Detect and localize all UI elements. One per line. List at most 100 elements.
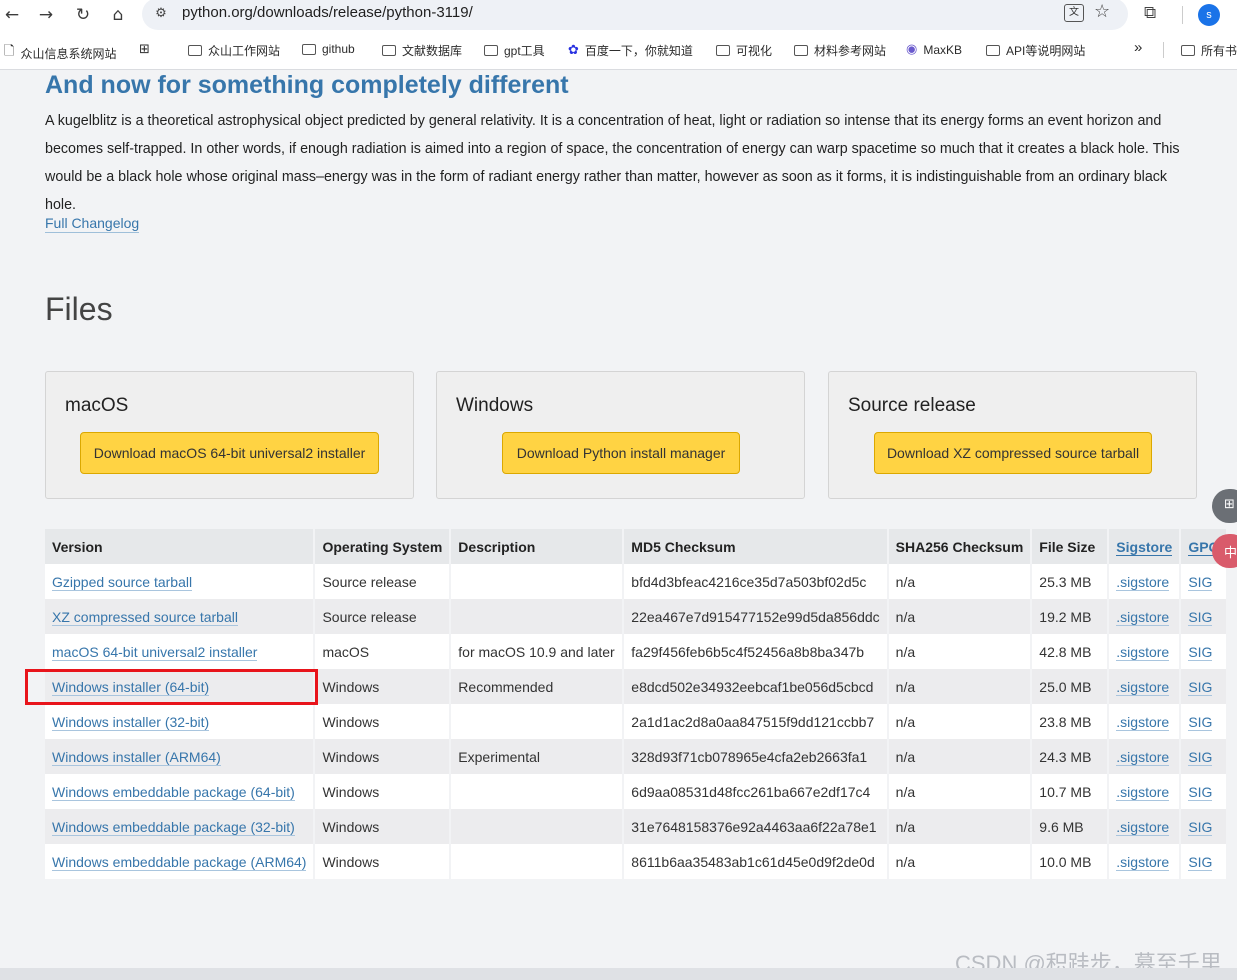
table-cell: Windows embeddable package (ARM64)	[45, 844, 316, 879]
card-title: Source release	[848, 395, 976, 416]
translate-icon[interactable]: 文	[1064, 4, 1084, 22]
table-cell: 328d93f71cb078965e4cfa2eb2663fa1	[624, 739, 889, 774]
col-sha256: SHA256 Checksum	[888, 529, 1033, 564]
reload-icon[interactable]: ↻	[71, 3, 95, 27]
side-grid-button[interactable]: ⊞	[1212, 489, 1237, 523]
avatar[interactable]: s	[1198, 4, 1220, 26]
sig-link[interactable]: SIG	[1188, 608, 1213, 626]
sigstore-link[interactable]: .sigstore	[1116, 678, 1170, 696]
table-cell: Windows	[315, 844, 452, 879]
table-cell: n/a	[888, 669, 1033, 704]
download-install-manager-button[interactable]: Download Python install manager	[502, 432, 740, 474]
version-link[interactable]: Windows embeddable package (ARM64)	[52, 853, 307, 871]
table-cell: 31e7648158376e92a4463aa6f22a78e1	[624, 809, 889, 844]
version-link[interactable]: macOS 64-bit universal2 installer	[52, 643, 258, 661]
download-xz-tarball-button[interactable]: Download XZ compressed source tarball	[874, 432, 1152, 474]
apps-grid-icon[interactable]: ⊞	[139, 42, 156, 57]
table-cell: n/a	[888, 704, 1033, 739]
sigstore-link[interactable]: .sigstore	[1116, 713, 1170, 731]
table-cell: 25.3 MB	[1032, 564, 1110, 599]
folder-icon	[382, 45, 396, 56]
table-cell: macOS 64-bit universal2 installer	[45, 634, 316, 669]
address-bar[interactable]: ⚙ python.org/downloads/release/python-31…	[142, 0, 1128, 30]
site-info-icon[interactable]: ⚙	[152, 5, 170, 23]
version-link[interactable]: Gzipped source tarball	[52, 573, 193, 591]
table-row: Windows embeddable package (ARM64) Window…	[45, 844, 1229, 879]
download-macos-button[interactable]: Download macOS 64-bit universal2 install…	[80, 432, 379, 474]
card-title: Windows	[456, 395, 534, 416]
sig-link[interactable]: SIG	[1188, 678, 1213, 696]
table-cell	[451, 599, 625, 634]
sigstore-link[interactable]: .sigstore	[1116, 748, 1170, 766]
windows-card: Windows Download Python install manager	[436, 371, 805, 499]
sig-link[interactable]: SIG	[1188, 573, 1213, 591]
table-row: Windows installer (ARM64) Windows Experime…	[45, 739, 1229, 774]
horizontal-scrollbar[interactable]	[0, 968, 1237, 980]
table-cell	[451, 774, 625, 809]
sigstore-link[interactable]: .sigstore	[1116, 643, 1170, 661]
bookmark-folder[interactable]: 可视化	[716, 42, 772, 59]
sig-link[interactable]: SIG	[1188, 748, 1213, 766]
table-cell: 23.8 MB	[1032, 704, 1110, 739]
section-heading: And now for something completely differe…	[45, 71, 569, 99]
table-cell: fa29f456feb6b5c4f52456a8b8ba347b	[624, 634, 889, 669]
table-cell: 9.6 MB	[1032, 809, 1110, 844]
table-cell: n/a	[888, 809, 1033, 844]
card-title: macOS	[65, 395, 129, 416]
bookmark-item[interactable]: 🗋 众山信息系统网站	[4, 42, 116, 64]
sig-link[interactable]: SIG	[1188, 713, 1213, 731]
bookmark-folder[interactable]: gpt工具	[484, 42, 545, 59]
files-heading: Files	[45, 291, 113, 327]
sig-link[interactable]: SIG	[1188, 853, 1213, 871]
sigstore-link[interactable]: .sigstore	[1116, 783, 1170, 801]
table-cell: .sigstore	[1109, 704, 1182, 739]
sig-link[interactable]: SIG	[1188, 818, 1213, 836]
star-icon[interactable]: ☆	[1094, 1, 1110, 22]
version-link[interactable]: Windows embeddable package (64-bit)	[52, 783, 295, 801]
table-cell: Source release	[315, 564, 452, 599]
bookmark-folder[interactable]: github	[302, 42, 355, 56]
folder-icon	[794, 45, 808, 56]
sigstore-header-link[interactable]: Sigstore	[1116, 538, 1173, 556]
bookmark-folder[interactable]: 材料参考网站	[794, 42, 886, 59]
col-os: Operating System	[315, 529, 452, 564]
sigstore-link[interactable]: .sigstore	[1116, 608, 1170, 626]
bookmarks-divider	[1163, 42, 1164, 58]
table-cell: .sigstore	[1109, 809, 1182, 844]
table-cell: Experimental	[451, 739, 625, 774]
table-cell: 19.2 MB	[1032, 599, 1110, 634]
full-changelog-link[interactable]: Full Changelog	[45, 214, 140, 233]
sig-link[interactable]: SIG	[1188, 643, 1213, 661]
back-icon[interactable]: ←	[0, 3, 24, 27]
sigstore-link[interactable]: .sigstore	[1116, 818, 1170, 836]
extensions-icon[interactable]: ⧉	[1144, 3, 1156, 23]
sigstore-link[interactable]: .sigstore	[1116, 573, 1170, 591]
table-cell: .sigstore	[1109, 669, 1182, 704]
bookmark-folder[interactable]: API等说明网站	[986, 42, 1085, 59]
bookmark-item[interactable]: ✿ 百度一下，你就知道	[568, 42, 693, 59]
translate-chinese-icon: 中	[1224, 546, 1237, 561]
table-cell: n/a	[888, 599, 1033, 634]
version-link[interactable]: XZ compressed source tarball	[52, 608, 238, 626]
more-bookmarks-icon[interactable]: »	[1134, 39, 1142, 56]
table-cell: SIG	[1181, 599, 1229, 634]
col-size: File Size	[1032, 529, 1110, 564]
table-cell: SIG	[1181, 739, 1229, 774]
col-description: Description	[451, 529, 625, 564]
version-link[interactable]: Windows installer (ARM64)	[52, 748, 221, 766]
toolbar-divider	[1182, 6, 1183, 24]
table-cell: n/a	[888, 774, 1033, 809]
url-text[interactable]: python.org/downloads/release/python-3119…	[182, 4, 473, 21]
forward-icon[interactable]: →	[34, 3, 58, 27]
table-cell: Windows	[315, 809, 452, 844]
bookmark-folder[interactable]: 文献数据库	[382, 42, 462, 59]
sig-link[interactable]: SIG	[1188, 783, 1213, 801]
table-cell: Source release	[315, 599, 452, 634]
version-link[interactable]: Windows embeddable package (32-bit)	[52, 818, 295, 836]
sigstore-link[interactable]: .sigstore	[1116, 853, 1170, 871]
home-icon[interactable]: ⌂	[106, 3, 130, 27]
bookmark-folder[interactable]: 众山工作网站	[188, 42, 280, 59]
bookmark-folder[interactable]: 所有书	[1181, 42, 1237, 59]
version-link[interactable]: Windows installer (32-bit)	[52, 713, 210, 731]
bookmark-item[interactable]: ◉ MaxKB	[906, 42, 962, 57]
